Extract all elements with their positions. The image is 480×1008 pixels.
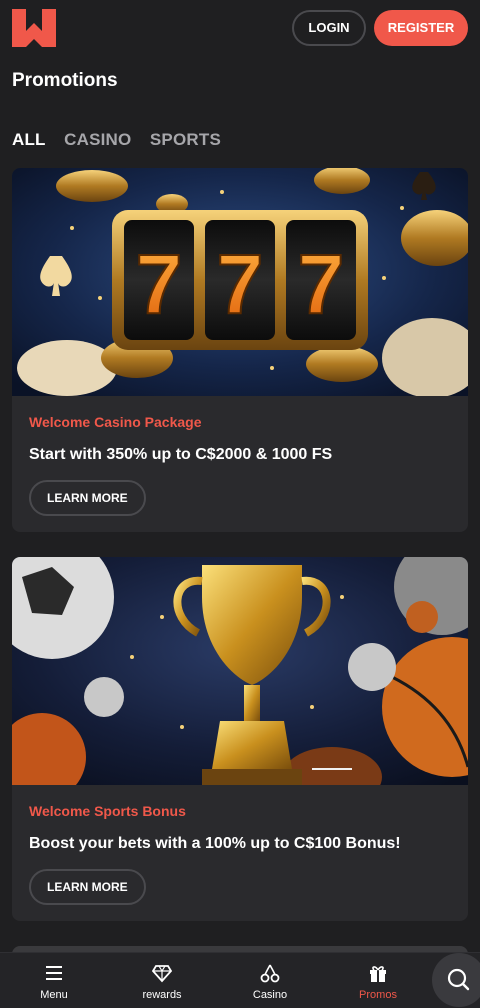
hamburger-icon — [44, 963, 64, 983]
promo-kicker: Welcome Sports Bonus — [29, 803, 186, 819]
nav-item-promos[interactable]: Promos — [324, 953, 432, 1008]
nav-label: Menu — [40, 989, 68, 1001]
page-title: Promotions — [12, 70, 118, 91]
svg-text:7: 7 — [298, 237, 345, 331]
nav-label: Casino — [252, 989, 288, 1001]
tab-casino[interactable]: CASINO — [64, 130, 131, 150]
tab-all[interactable]: ALL — [12, 130, 46, 150]
search-icon — [447, 968, 470, 991]
tab-sports[interactable]: SPORTS — [150, 130, 221, 150]
promo-card-sports[interactable]: Welcome Sports Bonus Boost your bets wit… — [12, 557, 468, 921]
promo-title: Start with 350% up to C$2000 & 1000 FS — [29, 446, 333, 463]
svg-text:7: 7 — [136, 237, 183, 331]
learn-more-button[interactable]: LEARN MORE — [29, 869, 146, 905]
nav-item-rewards[interactable]: rewards — [108, 953, 216, 1008]
brand-logo[interactable] — [12, 9, 56, 47]
search-button[interactable] — [432, 953, 480, 1007]
diamond-icon — [151, 963, 173, 983]
promo-card-casino[interactable]: 7 7 7 Welcome Casino Package Start with … — [12, 168, 468, 532]
promo-kicker: Welcome Casino Package — [29, 414, 202, 430]
svg-text:7: 7 — [217, 237, 264, 331]
top-header: LOGIN REGISTER — [0, 0, 480, 56]
promo-title: Boost your bets with a 100% up to C$100 … — [29, 835, 401, 852]
register-button[interactable]: REGISTER — [374, 10, 468, 46]
nav-label: Promos — [359, 989, 397, 1001]
nav-item-menu[interactable]: Menu — [0, 953, 108, 1008]
sports-promo-image — [12, 557, 468, 785]
bottom-navigation: Menu rewards Casino Promos — [0, 952, 480, 1008]
login-button[interactable]: LOGIN — [292, 10, 366, 46]
gift-icon — [368, 963, 388, 983]
promo-tabs: ALL CASINO SPORTS — [12, 130, 235, 152]
casino-promo-image: 7 7 7 — [12, 168, 468, 396]
nav-item-casino[interactable]: Casino — [216, 953, 324, 1008]
learn-more-button[interactable]: LEARN MORE — [29, 480, 146, 516]
nav-label: rewards — [142, 989, 182, 1001]
cherry-icon — [260, 963, 280, 983]
